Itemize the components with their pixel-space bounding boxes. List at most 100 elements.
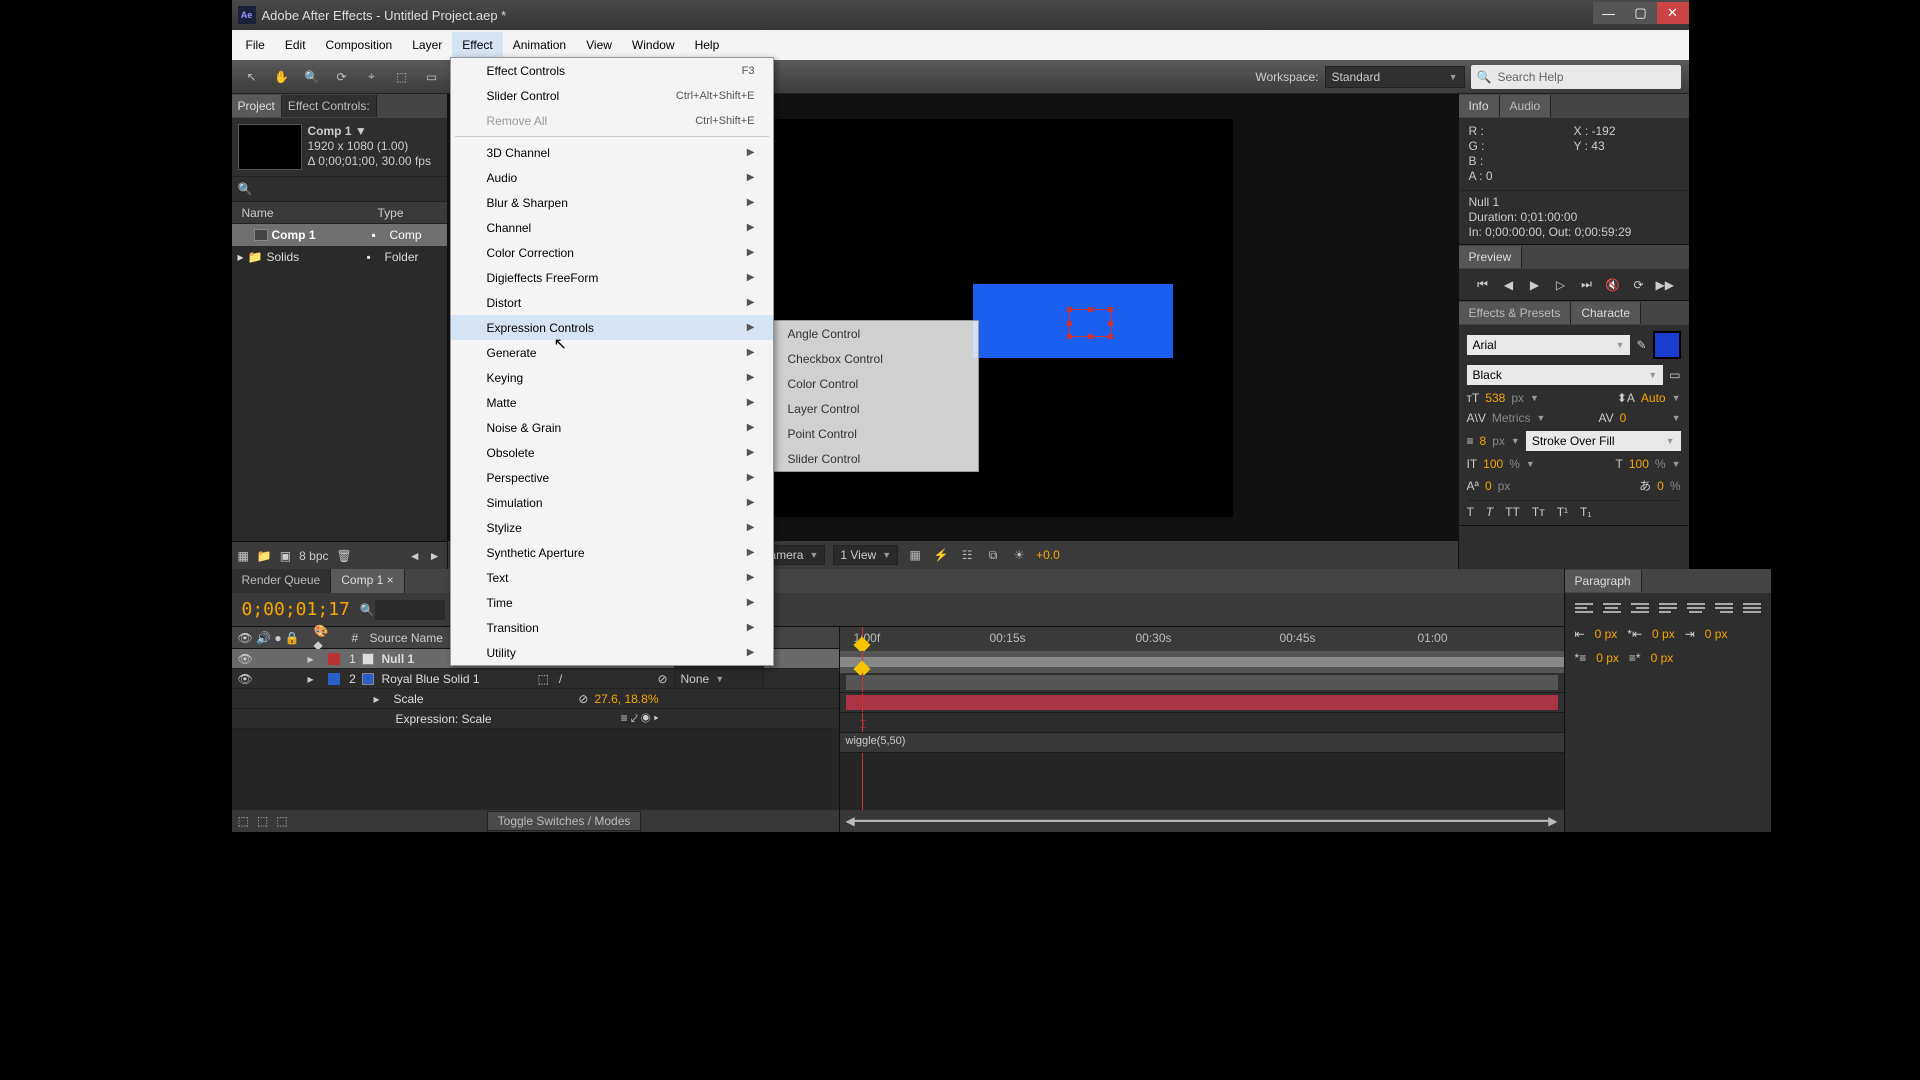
submenu-angle-control[interactable]: Angle Control — [774, 321, 978, 346]
tracking-value[interactable]: 0 — [1620, 411, 1666, 425]
timeline-search-input[interactable] — [375, 600, 445, 620]
loop-button[interactable]: ⟳ — [1630, 278, 1648, 292]
hscale-value[interactable]: 100 — [1629, 457, 1649, 471]
current-time[interactable]: 0;00;01;17 — [232, 599, 360, 620]
null-layer-preview[interactable] — [1069, 309, 1111, 337]
justify-left-icon[interactable] — [1659, 603, 1677, 617]
effect-menu-time[interactable]: Time▶ — [451, 590, 773, 615]
justify-all-icon[interactable] — [1743, 603, 1761, 617]
tab-audio[interactable]: Audio — [1500, 95, 1552, 117]
tab-character[interactable]: Characte — [1571, 302, 1641, 324]
kerning-value[interactable]: Metrics — [1492, 411, 1531, 425]
menu-help[interactable]: Help — [685, 32, 730, 58]
tab-timeline-comp[interactable]: Comp 1 × — [331, 569, 404, 593]
selection-tool-icon[interactable]: ↖ — [240, 65, 264, 89]
submenu-slider-control[interactable]: Slider Control — [774, 446, 978, 471]
views-select[interactable]: 1 View▼ — [833, 545, 898, 565]
col-name[interactable]: Name — [232, 206, 352, 220]
effect-menu-digieffects-freeform[interactable]: Digieffects FreeForm▶ — [451, 265, 773, 290]
trash-icon[interactable]: 🗑 — [337, 549, 352, 563]
effect-menu-simulation[interactable]: Simulation▶ — [451, 490, 773, 515]
effect-menu-channel[interactable]: Channel▶ — [451, 215, 773, 240]
tab-effect-controls[interactable]: Effect Controls: — [282, 95, 377, 117]
tab-project[interactable]: Project — [232, 95, 282, 117]
hand-tool-icon[interactable]: ✋ — [270, 65, 294, 89]
scale-values[interactable]: 27.6, 18.8% — [594, 692, 838, 706]
effect-menu-utility[interactable]: Utility▶ — [451, 640, 773, 665]
effect-menu-effect-controls[interactable]: Effect ControlsF3 — [451, 58, 773, 83]
project-tree[interactable]: Comp 1▪Comp▸📁Solids▪Folder — [232, 224, 447, 541]
project-item-solids[interactable]: ▸📁Solids▪Folder — [232, 246, 447, 268]
menu-effect[interactable]: Effect — [452, 32, 502, 58]
effect-menu-text[interactable]: Text▶ — [451, 565, 773, 590]
tab-preview[interactable]: Preview — [1459, 246, 1523, 268]
timeline-ruler[interactable]: 1:00f00:15s00:30s00:45s01:00 — [840, 627, 1564, 651]
project-search[interactable]: 🔍 — [232, 176, 447, 202]
expression-controls-submenu[interactable]: Angle ControlCheckbox ControlColor Contr… — [773, 320, 979, 472]
superscript-icon[interactable]: T¹ — [1557, 505, 1568, 519]
new-folder-icon[interactable]: 📁 — [257, 549, 272, 563]
new-comp-icon[interactable]: ▣ — [280, 549, 291, 563]
effect-menu[interactable]: Effect ControlsF3Slider ControlCtrl+Alt+… — [450, 57, 774, 666]
toggle-switches-button[interactable]: Toggle Switches / Modes — [487, 811, 642, 831]
expression-label[interactable]: Expression: Scale — [392, 712, 492, 726]
fast-preview-icon[interactable]: ⚡ — [932, 546, 950, 564]
indent-first-value[interactable]: 0 px — [1652, 627, 1675, 641]
tab-info[interactable]: Info — [1459, 95, 1500, 117]
effect-menu-perspective[interactable]: Perspective▶ — [451, 465, 773, 490]
exposure-value[interactable]: +0.0 — [1036, 548, 1060, 562]
stroke-width-value[interactable]: 8 — [1480, 434, 1487, 448]
pixel-aspect-icon[interactable]: ▦ — [906, 546, 924, 564]
flowchart-icon[interactable]: ⧉ — [984, 546, 1002, 564]
project-item-comp-1[interactable]: Comp 1▪Comp — [232, 224, 447, 246]
effect-menu-distort[interactable]: Distort▶ — [451, 290, 773, 315]
window-close-button[interactable]: ✕ — [1657, 2, 1689, 24]
timeline-search-icon[interactable]: 🔍 — [360, 603, 375, 617]
submenu-color-control[interactable]: Color Control — [774, 371, 978, 396]
tab-paragraph[interactable]: Paragraph — [1565, 570, 1642, 592]
font-size-value[interactable]: 538 — [1485, 391, 1505, 405]
workspace-select[interactable]: Standard▼ — [1325, 66, 1465, 88]
next-frame-button[interactable]: ▷ — [1552, 278, 1570, 292]
mask-tool-icon[interactable]: ▭ — [420, 65, 444, 89]
align-right-icon[interactable] — [1631, 603, 1649, 617]
stroke-swatch-icon[interactable]: ▭ — [1669, 368, 1680, 382]
menu-edit[interactable]: Edit — [275, 32, 316, 58]
font-family-select[interactable]: Arial▼ — [1467, 335, 1631, 355]
align-left-icon[interactable] — [1575, 603, 1593, 617]
submenu-layer-control[interactable]: Layer Control — [774, 396, 978, 421]
effect-menu-matte[interactable]: Matte▶ — [451, 390, 773, 415]
toggle-frame-blend-icon[interactable]: ⬚ — [257, 814, 268, 828]
track-bar-null[interactable] — [846, 675, 1558, 690]
effect-menu-color-correction[interactable]: Color Correction▶ — [451, 240, 773, 265]
menu-composition[interactable]: Composition — [316, 32, 403, 58]
effect-menu-obsolete[interactable]: Obsolete▶ — [451, 440, 773, 465]
first-frame-button[interactable]: ⏮ — [1474, 277, 1492, 292]
window-minimize-button[interactable]: — — [1593, 2, 1625, 24]
play-button[interactable]: ▶ — [1526, 278, 1544, 292]
camera-tool-icon[interactable]: ⌖ — [360, 65, 384, 89]
effect-menu-slider-control[interactable]: Slider ControlCtrl+Alt+Shift+E — [451, 83, 773, 108]
faux-italic-icon[interactable]: T — [1486, 505, 1493, 519]
menu-layer[interactable]: Layer — [402, 32, 452, 58]
property-scale[interactable]: Scale — [390, 692, 424, 706]
timeline-icon[interactable]: ☷ — [958, 546, 976, 564]
tab-effects-presets[interactable]: Effects & Presets — [1459, 302, 1572, 324]
pan-behind-tool-icon[interactable]: ⬚ — [390, 65, 414, 89]
rotation-tool-icon[interactable]: ⟳ — [330, 65, 354, 89]
tab-render-queue[interactable]: Render Queue — [232, 569, 332, 593]
menu-animation[interactable]: Animation — [503, 32, 576, 58]
faux-bold-icon[interactable]: T — [1467, 505, 1474, 519]
subscript-icon[interactable]: T₁ — [1580, 505, 1591, 519]
effect-menu-stylize[interactable]: Stylize▶ — [451, 515, 773, 540]
menu-view[interactable]: View — [576, 32, 622, 58]
align-center-icon[interactable] — [1603, 603, 1621, 617]
toggle-shy-icon[interactable]: ⬚ — [238, 814, 249, 828]
exposure-reset-icon[interactable]: ☀ — [1010, 546, 1028, 564]
mute-button[interactable]: 🔇 — [1604, 278, 1622, 292]
leading-value[interactable]: Auto — [1641, 391, 1666, 405]
submenu-point-control[interactable]: Point Control — [774, 421, 978, 446]
zoom-tool-icon[interactable]: 🔍 — [300, 65, 324, 89]
smallcaps-icon[interactable]: Tᴛ — [1532, 505, 1545, 519]
bpc-label[interactable]: 8 bpc — [299, 549, 328, 563]
